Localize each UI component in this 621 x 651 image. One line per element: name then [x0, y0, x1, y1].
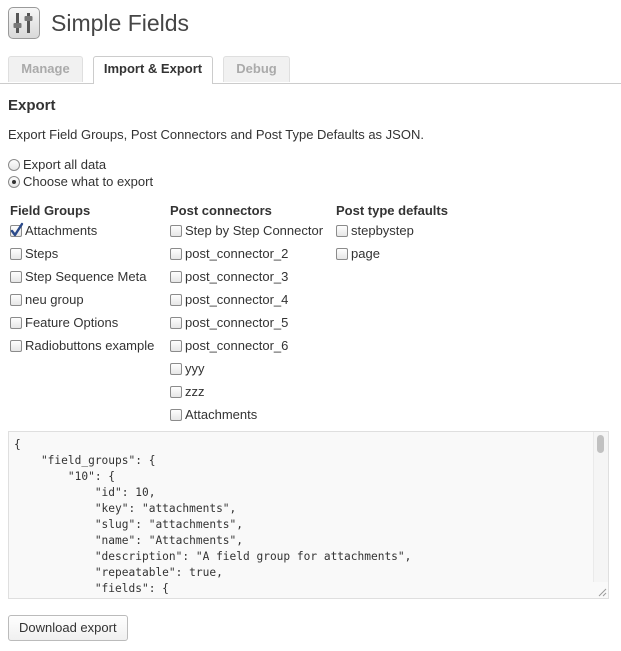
post-connector-item[interactable]: post_connector_6: [170, 338, 288, 353]
choose-export-label: Choose what to export: [23, 174, 154, 189]
checkbox[interactable]: [10, 293, 22, 306]
post-connector-item[interactable]: post_connector_2: [170, 246, 288, 261]
post-connector-item[interactable]: Step by Step Connector: [170, 223, 323, 238]
tab-bar: Manage Import & Export Debug: [0, 56, 621, 84]
export-json-textarea[interactable]: { "field_groups": { "10": { "id": 10, "k…: [8, 431, 609, 599]
checkbox[interactable]: [336, 224, 348, 237]
post-connector-item[interactable]: post_connector_3: [170, 269, 288, 284]
field-group-label: Step Sequence Meta: [25, 269, 147, 284]
checkmark-icon: [10, 222, 24, 236]
checkbox[interactable]: [170, 224, 182, 237]
checkbox[interactable]: [10, 222, 24, 237]
checkbox[interactable]: [170, 408, 182, 421]
field-group-item[interactable]: neu group: [10, 292, 84, 307]
field-groups-heading: Field Groups: [10, 203, 91, 218]
post-connector-label: post_connector_4: [185, 292, 289, 307]
export-heading: Export: [8, 97, 56, 114]
post-type-default-label: page: [351, 246, 380, 261]
post-type-defaults-heading: Post type defaults: [336, 203, 448, 218]
post-connector-label: post_connector_3: [185, 269, 289, 284]
checkbox[interactable]: [170, 362, 182, 375]
post-connector-item[interactable]: Attachments: [170, 407, 257, 422]
app-title: Simple Fields: [51, 9, 190, 36]
field-group-item[interactable]: Steps: [10, 246, 58, 261]
checkbox[interactable]: [170, 293, 182, 306]
post-connector-label: post_connector_6: [185, 338, 289, 353]
field-group-label: Radiobuttons example: [25, 338, 155, 353]
field-group-item[interactable]: Radiobuttons example: [10, 338, 154, 353]
textarea-scrollbar[interactable]: [593, 432, 608, 582]
checkbox[interactable]: [170, 247, 182, 260]
checkbox[interactable]: [170, 316, 182, 329]
post-connectors-heading: Post connectors: [170, 203, 272, 218]
post-type-default-label: stepbystep: [351, 223, 414, 238]
checkbox[interactable]: [10, 316, 22, 329]
choose-export-option[interactable]: Choose what to export: [8, 174, 153, 189]
checkbox[interactable]: [10, 270, 22, 283]
download-export-button[interactable]: Download export: [8, 615, 128, 641]
export-all-label: Export all data: [23, 157, 107, 172]
field-group-label: Steps: [25, 246, 59, 261]
export-all-radio[interactable]: [8, 158, 20, 171]
post-connector-label: Step by Step Connector: [185, 223, 324, 238]
scrollbar-thumb[interactable]: [597, 435, 604, 453]
field-group-label: Attachments: [25, 223, 98, 238]
post-connector-label: zzz: [185, 384, 205, 399]
field-group-item[interactable]: Attachments: [10, 222, 98, 238]
post-connector-item[interactable]: post_connector_5: [170, 315, 288, 330]
export-all-option[interactable]: Export all data: [8, 157, 106, 172]
tab-debug[interactable]: Debug: [223, 56, 290, 82]
checkbox[interactable]: [10, 339, 22, 352]
sliders-icon: [8, 7, 40, 39]
app-header: Simple Fields: [8, 6, 189, 40]
post-connector-label: post_connector_2: [185, 246, 289, 261]
checkbox[interactable]: [170, 339, 182, 352]
checkbox[interactable]: [336, 247, 348, 260]
post-connector-item[interactable]: post_connector_4: [170, 292, 288, 307]
tab-manage[interactable]: Manage: [8, 56, 83, 82]
post-type-default-item[interactable]: page: [336, 246, 380, 261]
post-type-default-item[interactable]: stepbystep: [336, 223, 414, 238]
checkbox[interactable]: [170, 385, 182, 398]
field-group-item[interactable]: Step Sequence Meta: [10, 269, 146, 284]
checkbox[interactable]: [10, 247, 22, 260]
field-group-label: neu group: [25, 292, 84, 307]
resize-grip-icon[interactable]: [597, 587, 607, 597]
post-connector-label: post_connector_5: [185, 315, 289, 330]
tab-import-export[interactable]: Import & Export: [93, 56, 213, 84]
choose-export-radio[interactable]: [8, 175, 20, 188]
field-group-label: Feature Options: [25, 315, 119, 330]
export-json-content[interactable]: { "field_groups": { "10": { "id": 10, "k…: [9, 432, 608, 598]
export-description: Export Field Groups, Post Connectors and…: [8, 127, 424, 142]
post-connector-label: yyy: [185, 361, 205, 376]
post-connector-item[interactable]: zzz: [170, 384, 205, 399]
field-group-item[interactable]: Feature Options: [10, 315, 118, 330]
post-connector-label: Attachments: [185, 407, 258, 422]
post-connector-item[interactable]: yyy: [170, 361, 205, 376]
checkbox[interactable]: [170, 270, 182, 283]
